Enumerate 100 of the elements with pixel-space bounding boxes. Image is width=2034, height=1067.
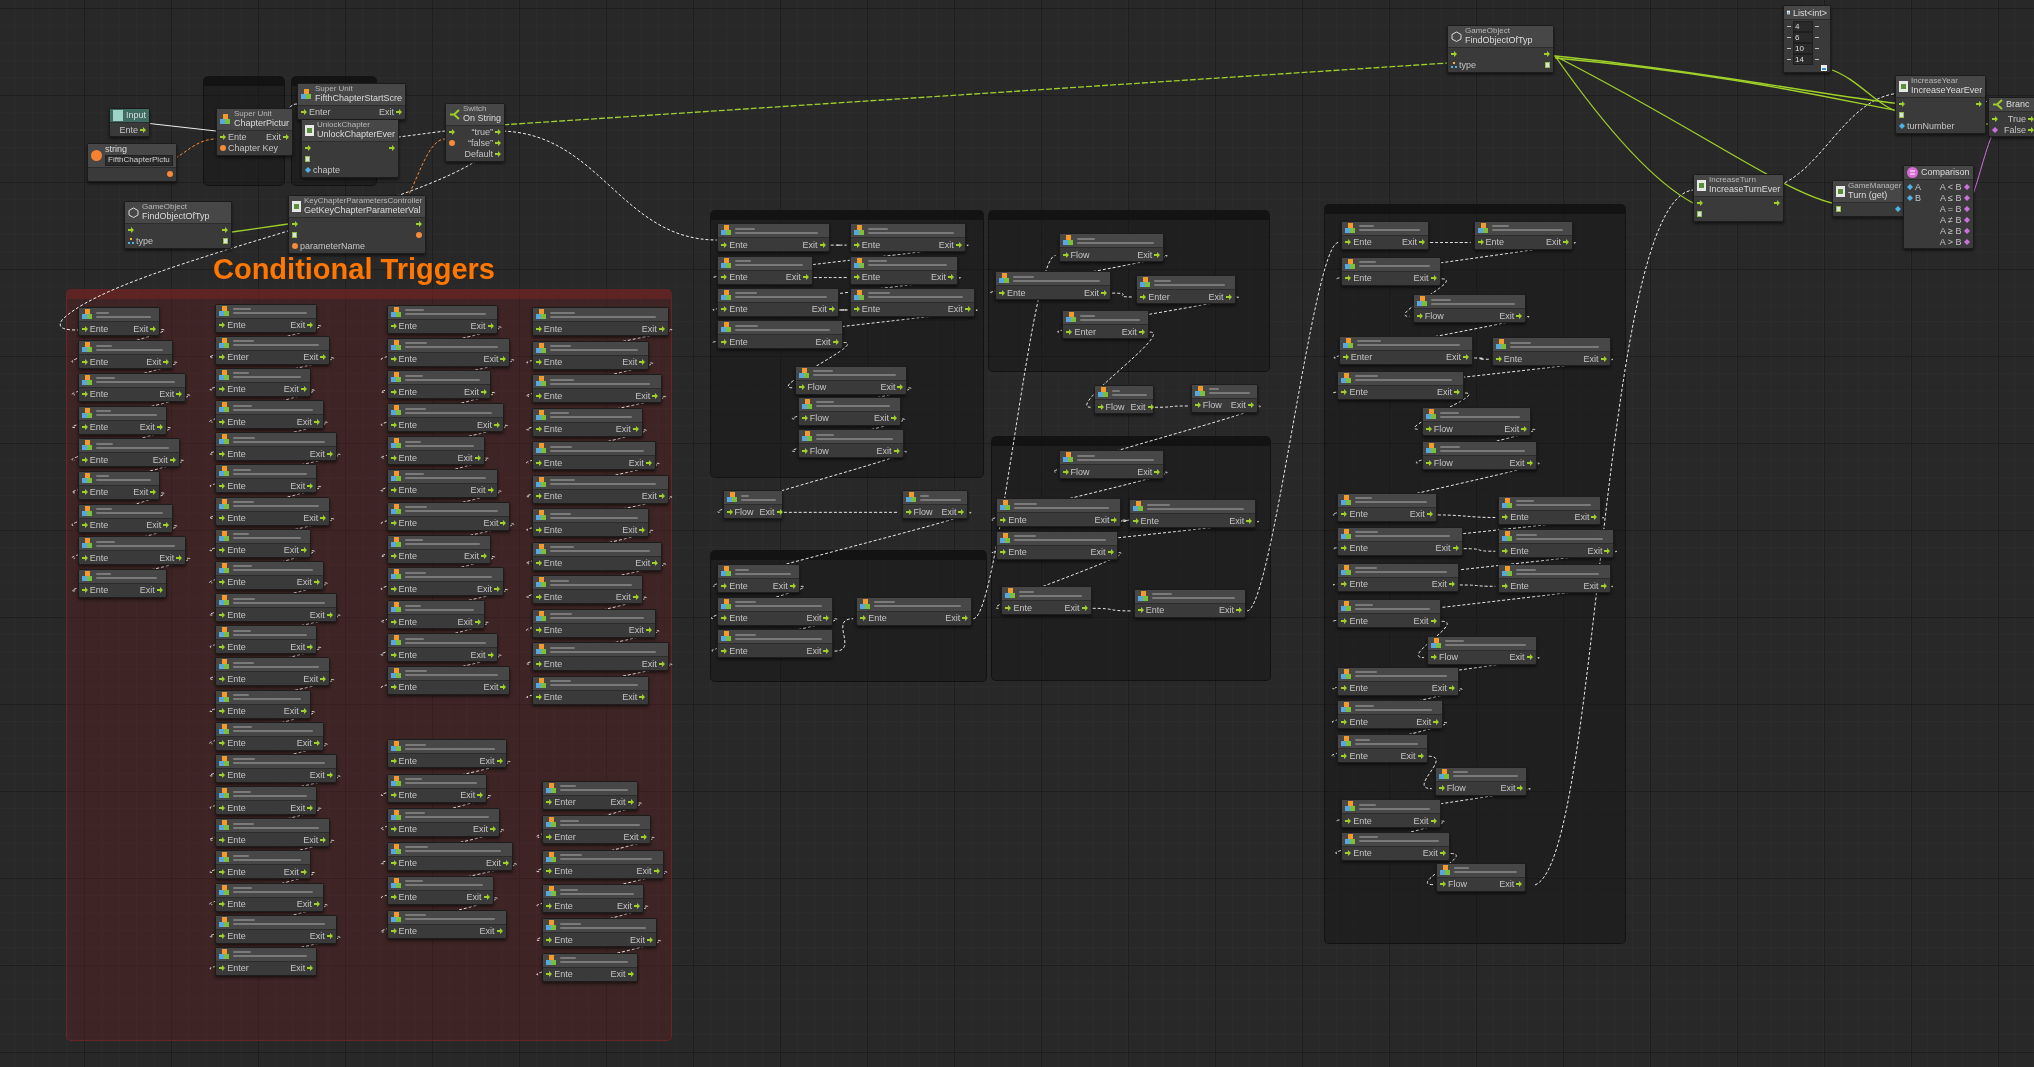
cube-icon [860,598,872,610]
arrow-icon [639,694,646,701]
port-label: Exit [636,866,652,877]
port-label: Ente [227,738,246,749]
port-label: Exit [931,272,946,283]
arrow-icon [789,582,796,589]
arrow-icon [494,421,500,428]
arrow-icon [219,836,226,843]
arrow-icon [721,241,728,248]
port-label: Ente [554,934,573,945]
node-category: GameObject [1465,27,1511,36]
port-label: Exit [303,834,319,845]
arrow-icon [1341,511,1348,518]
arrow-icon [176,554,183,561]
node-title: IncreaseYearEver [1911,85,1983,96]
port-label: type [1459,60,1476,71]
port-label: parameterName [300,241,366,252]
cube-icon [219,466,231,478]
arrow-icon [176,391,183,398]
port-label: Ente [554,866,573,877]
port-label: Flow [1438,652,1458,663]
port-label: Ente [554,900,573,911]
port-label: Ente [543,658,563,669]
arrow-icon [955,241,962,248]
port-label: Ente [729,304,748,315]
cube-icon [1140,277,1152,288]
arrow-icon [307,965,314,972]
port-label: Flow [807,382,827,393]
cube-icon [1341,702,1353,714]
cube-icon [1345,801,1357,813]
arrow-icon [1097,403,1104,410]
port-label: Ente [89,454,109,465]
node-title: Input [126,110,147,121]
script-icon [305,124,314,136]
port-label: Exit [1208,291,1224,302]
arrow-icon [1600,582,1607,589]
arrow-icon [487,487,494,494]
arrow-icon [535,359,542,366]
arrow-icon [222,227,228,234]
port-label: Ente [227,866,246,877]
node-category: GameObject [142,203,188,212]
port-label: Exit [266,132,282,143]
arrow-icon [307,804,314,811]
arrow-icon [1463,354,1469,361]
port-label: Exit [290,963,306,974]
item-field[interactable]: 4 [1793,21,1813,32]
port-label: Ente [398,419,418,430]
port-label: Ente [398,452,418,463]
port-label: Ente [398,386,418,397]
port-label: Ente [1503,353,1523,364]
arrow-icon [905,508,912,515]
port-label: Exit [1422,848,1438,858]
cube-icon [1342,337,1354,349]
cube-icon [1000,500,1012,512]
port-label: Exit [1504,423,1520,434]
list-port-icon [1821,65,1827,71]
arrow-icon [156,424,163,430]
arrow-icon [219,708,226,715]
arrow-icon [860,615,867,622]
cube-icon [219,530,231,542]
port-label: Exit [622,524,638,535]
arrow-icon [1137,607,1144,614]
compare-icon [1907,167,1918,178]
arrow-icon [128,227,134,234]
arrow-icon [219,772,226,779]
cube-icon [1062,452,1074,464]
port-label: Exit [1121,326,1137,337]
port-label: Exit [815,336,831,347]
cube-icon [726,492,738,504]
item-field[interactable]: 6 [1793,32,1813,43]
diamond-icon [1899,123,1905,130]
cube-icon [721,257,733,269]
arrow-icon [801,447,808,454]
arrow-icon [81,325,88,332]
node-category: KeyChapterParametersController [304,197,423,206]
arrow-icon [1416,312,1423,319]
port-label: Exit [479,755,495,766]
arrow-icon [81,456,88,463]
item-field[interactable]: 14 [1793,54,1813,65]
cube-icon [219,337,231,349]
arrow-icon [632,593,639,600]
item-field[interactable]: 10 [1793,43,1813,54]
arrow-icon [634,902,641,909]
cube-icon [81,342,93,354]
string-field[interactable]: FifthChapterPictu [105,154,173,166]
arrow-icon [326,450,333,457]
arrow-icon [487,323,494,330]
port-label: Exit [133,487,149,498]
cube-icon [1425,443,1437,455]
arrow-icon [546,902,553,909]
arrow-icon [140,126,147,133]
port-label: Ente [398,551,418,562]
port-label: Ente [729,239,748,250]
arrow-icon [390,928,397,935]
arrow-icon [474,618,481,625]
port-label: Exit [466,892,482,903]
port-label: Ente [861,304,881,315]
arrow-icon [300,708,307,715]
cube-icon [1097,387,1109,399]
cube-icon [1416,296,1428,308]
